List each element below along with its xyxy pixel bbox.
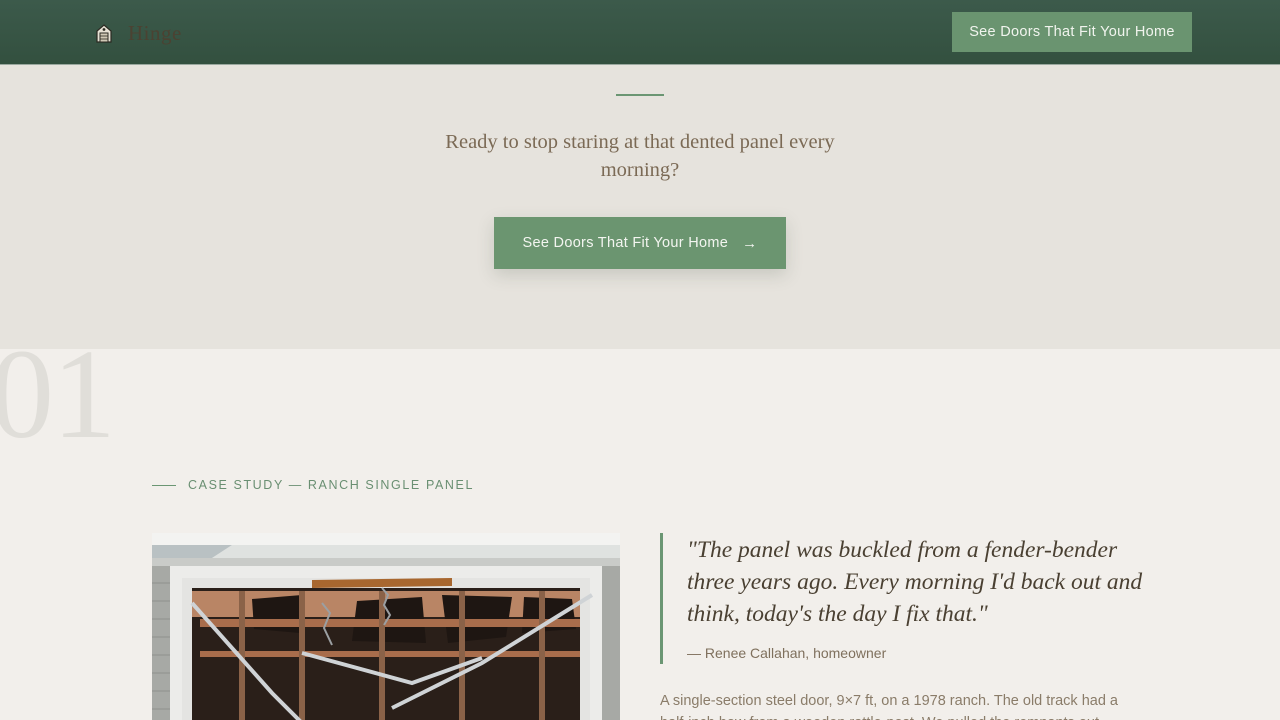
damaged-garage-door-photo [152,533,620,720]
house-door-icon [96,24,112,43]
top-navigation-bar: Hinge See Doors That Fit Your Home [0,0,1280,65]
testimonial-quote: "The panel was buckled from a fender-ben… [660,533,1160,664]
header-cta-button[interactable]: See Doors That Fit Your Home [952,12,1192,52]
section-number: 01 [0,323,116,465]
hero-divider [616,94,664,96]
case-study-label-text: CASE STUDY — RANCH SINGLE PANEL [188,478,475,492]
case-study-body: A single-section steel door, 9×7 ft, on … [660,693,1118,720]
quote-text: "The panel was buckled from a fender-ben… [687,537,1143,627]
label-dash [152,484,176,486]
brand-logo[interactable]: Hinge [95,20,182,46]
hero-cta-section: Ready to stop staring at that dented pan… [0,65,1280,349]
quote-attribution: — Renee Callahan, homeowner [687,645,887,661]
hero-prompt: Ready to stop staring at that dented pan… [445,131,835,181]
brand-name: Hinge [128,20,182,45]
hero-cta-label: See Doors That Fit Your Home [522,235,729,251]
arrow-right-icon: → [742,234,758,252]
case-study-label: CASE STUDY — RANCH SINGLE PANEL [152,478,474,492]
hero-cta-button[interactable]: See Doors That Fit Your Home → [494,217,786,269]
